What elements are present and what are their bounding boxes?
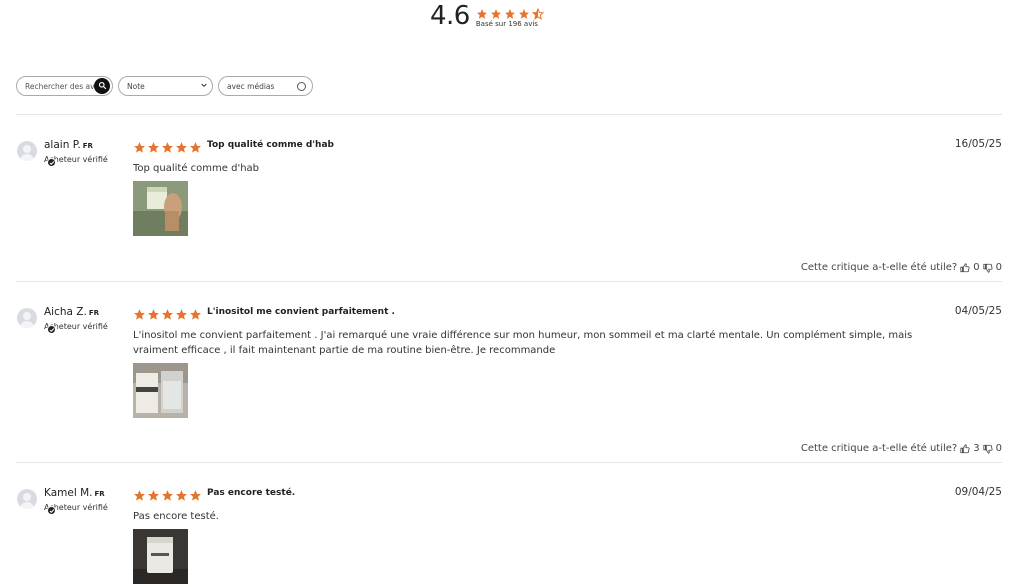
thumbs-up-icon[interactable]: [960, 443, 970, 454]
review-title: Pas encore testé.: [207, 488, 296, 498]
author-name: Aicha Z.: [44, 306, 87, 318]
star-icon: [133, 487, 146, 501]
star-icon: [189, 487, 202, 501]
star-icon: [518, 5, 530, 19]
author-country: FR: [82, 142, 93, 150]
star-icon: [161, 139, 174, 153]
media-label: avec médias: [227, 81, 275, 91]
review-filters: Rechercher des avis Note avec médias: [16, 76, 313, 96]
average-rating: 4.6: [430, 1, 470, 31]
search-placeholder: Rechercher des avis: [25, 81, 95, 91]
review-content: Pas encore testé. Pas encore testé.: [133, 486, 923, 584]
helpful-question: Cette critique a-t-elle été utile?: [800, 443, 958, 454]
review-date: 09/04/25: [954, 486, 1002, 498]
divider: [16, 462, 1002, 463]
helpful-question: Cette critique a-t-elle été utile?: [800, 262, 958, 273]
author-country: FR: [94, 490, 105, 498]
avatar: [17, 141, 37, 161]
review-photo[interactable]: [133, 363, 188, 418]
author-name: alain P.: [44, 139, 81, 151]
thumbs-up-icon[interactable]: [960, 262, 970, 273]
review-body: Top qualité comme d'hab: [133, 163, 260, 174]
rating-summary: 4.6 Basé sur 196 avis: [430, 0, 545, 32]
note-label: Note: [127, 81, 145, 91]
review-photo[interactable]: [133, 529, 188, 584]
avatar: [17, 489, 37, 509]
star-half-icon: [531, 5, 545, 20]
review-body: L'inositol me convient parfaitement . J'…: [133, 330, 913, 356]
review-date: 04/05/25: [954, 305, 1002, 317]
review-body: Pas encore testé.: [133, 511, 219, 522]
review-author: Kamel M. FR Acheteur vérifié: [17, 486, 108, 515]
review-title: Top qualité comme d'hab: [207, 140, 334, 150]
star-icon: [161, 306, 174, 320]
chevron-down-icon: [200, 81, 208, 91]
media-radio[interactable]: [297, 81, 306, 91]
verified-check-icon: [47, 325, 56, 334]
summary-stars: [476, 5, 545, 20]
star-icon: [161, 487, 174, 501]
like-count: 0: [973, 262, 980, 273]
star-icon: [147, 306, 160, 320]
star-icon: [147, 487, 160, 501]
star-icon: [189, 139, 202, 153]
review-author: alain P. FR Acheteur vérifié: [17, 138, 108, 167]
author-name: Kamel M.: [44, 487, 93, 499]
avatar: [17, 308, 37, 328]
review-content: Top qualité comme d'hab Top qualité comm…: [133, 138, 923, 236]
search-input[interactable]: Rechercher des avis: [16, 76, 113, 96]
star-icon: [476, 5, 488, 19]
note-select[interactable]: Note: [118, 76, 213, 96]
dislike-count: 0: [995, 262, 1002, 273]
verified-check-icon: [47, 506, 56, 515]
helpful-votes: Cette critique a-t-elle été utile? 3 0: [801, 443, 1002, 454]
thumbs-down-icon[interactable]: [983, 444, 993, 454]
star-icon: [133, 139, 146, 153]
search-icon: [98, 81, 107, 92]
author-country: FR: [88, 309, 100, 317]
review-author: Aicha Z. FR Acheteur vérifié: [17, 305, 108, 334]
helpful-votes: Cette critique a-t-elle été utile? 0 0: [801, 262, 1002, 273]
star-icon: [175, 487, 188, 501]
review-count: Basé sur 196 avis: [475, 19, 538, 28]
divider: [16, 281, 1002, 282]
thumbs-down-icon[interactable]: [983, 263, 993, 273]
verified-check-icon: [47, 158, 56, 167]
review-date: 16/05/25: [954, 138, 1002, 150]
like-count: 3: [973, 443, 980, 454]
star-icon: [133, 306, 146, 320]
star-icon: [189, 306, 202, 320]
star-icon: [504, 5, 516, 19]
review-stars: [133, 306, 202, 320]
review-stars: [133, 139, 202, 153]
star-icon: [147, 139, 160, 153]
star-icon: [175, 306, 188, 320]
star-icon: [490, 5, 502, 19]
star-icon: [175, 139, 188, 153]
divider: [16, 114, 1002, 115]
review-stars: [133, 487, 202, 501]
review-title: L'inositol me convient parfaitement .: [207, 307, 395, 317]
dislike-count: 0: [995, 443, 1002, 454]
review-photo[interactable]: [133, 181, 188, 236]
search-button[interactable]: [94, 78, 110, 94]
media-filter-toggle[interactable]: avec médias: [218, 76, 313, 96]
review-content: L'inositol me convient parfaitement . L'…: [133, 305, 923, 418]
